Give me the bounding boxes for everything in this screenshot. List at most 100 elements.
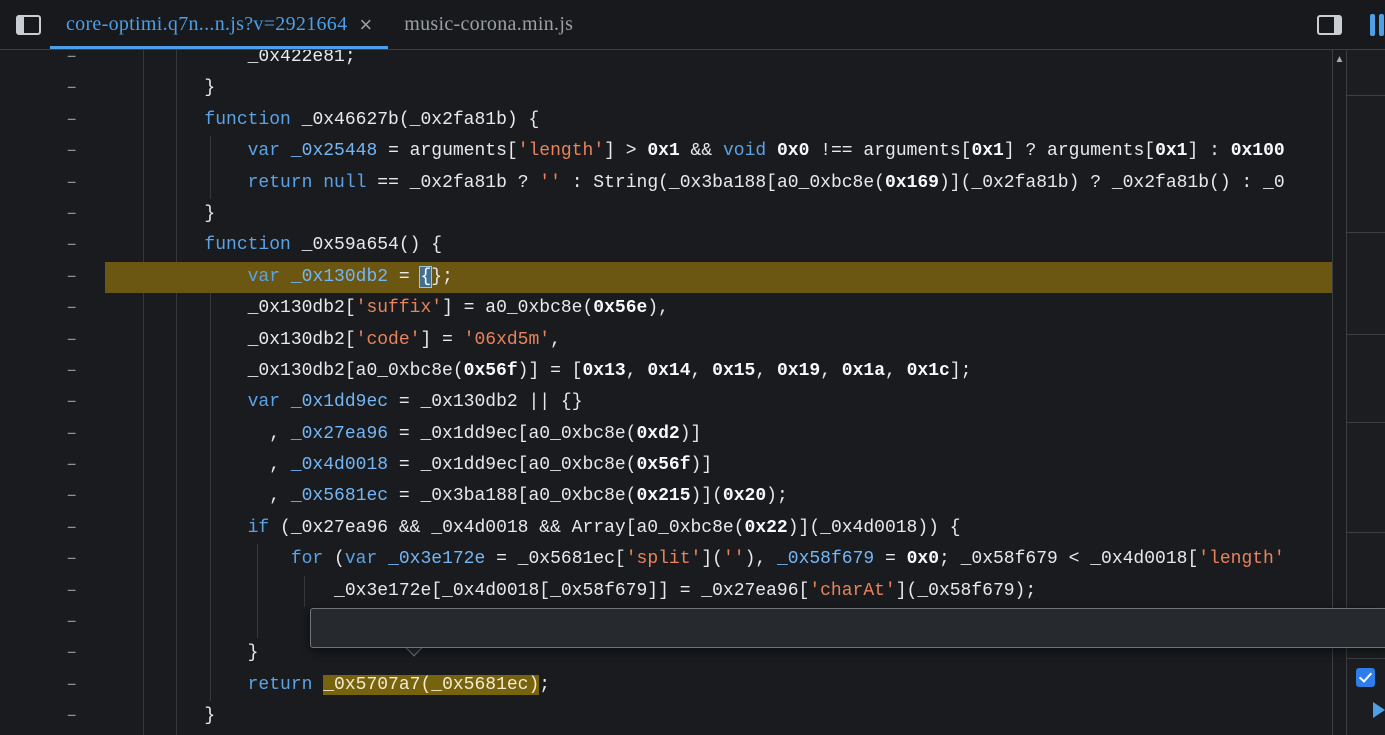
code-line[interactable]: – } <box>0 701 1332 732</box>
code-line[interactable]: – return _0x5707a7(_0x5681ec); <box>0 670 1332 701</box>
code-line[interactable]: – } <box>0 73 1332 104</box>
code-token: var <box>248 267 280 287</box>
code-token: return <box>248 675 313 695</box>
code-line[interactable]: – _0x422e81; <box>0 50 1332 73</box>
code-token: , <box>691 361 713 381</box>
line-gutter[interactable]: – <box>0 105 105 136</box>
code-token <box>118 267 248 287</box>
code-token: 0x100 <box>1231 141 1285 161</box>
line-gutter[interactable]: – <box>0 419 105 450</box>
code-line[interactable]: – _0x130db2['suffix'] = a0_0xbc8e(0x56e)… <box>0 293 1332 324</box>
code-line[interactable]: – , _0x5681ec = _0x3ba188[a0_0xbc8e(0x21… <box>0 481 1332 512</box>
line-gutter[interactable]: – <box>0 230 105 261</box>
code-token: 0x56f <box>637 455 691 475</box>
line-gutter[interactable]: – <box>0 136 105 167</box>
toggle-debugger-sidebar-button[interactable] <box>1317 15 1342 35</box>
code-token: 'code' <box>356 330 421 350</box>
code-line[interactable]: – , _0x4d0018 = _0x1dd9ec[a0_0xbc8e(0x56… <box>0 450 1332 481</box>
line-gutter[interactable]: – <box>0 670 105 701</box>
tab-music-corona[interactable]: music-corona.min.js <box>388 0 589 49</box>
code-token: } <box>118 78 215 98</box>
line-gutter[interactable]: – <box>0 387 105 418</box>
line-gutter[interactable]: – <box>0 701 105 732</box>
code-token: ] = <box>420 330 463 350</box>
code-line-text: } <box>105 199 1332 230</box>
tab-close-icon[interactable]: × <box>359 14 372 36</box>
code-token: ( <box>323 549 345 569</box>
code-token: = _0x1dd9ec[a0_0xbc8e( <box>388 455 636 475</box>
code-token: function <box>204 235 290 255</box>
editor-tab-bar: core-optimi.q7n...n.js?v=2921664 × music… <box>0 0 1385 50</box>
code-token: if <box>248 518 270 538</box>
code-token: , <box>820 361 842 381</box>
resume-script-icon[interactable] <box>1373 702 1385 718</box>
line-gutter[interactable]: – <box>0 513 105 544</box>
code-line[interactable]: – } <box>0 199 1332 230</box>
code-token: '' <box>723 549 745 569</box>
code-line[interactable]: – _0x130db2[a0_0xbc8e(0x56f)] = [0x13, 0… <box>0 356 1332 387</box>
line-gutter[interactable]: – <box>0 199 105 230</box>
tab-bar-right-controls <box>1317 0 1385 50</box>
code-line-text: , _0x27ea96 = _0x1dd9ec[a0_0xbc8e(0xd2)] <box>105 419 1332 450</box>
code-token <box>118 173 248 193</box>
line-gutter[interactable]: – <box>0 607 105 638</box>
line-gutter[interactable]: – <box>0 168 105 199</box>
code-token: : String(_0x3ba188[a0_0xbc8e( <box>561 173 885 193</box>
code-line[interactable]: – if (_0x27ea96 && _0x4d0018 && Array[a0… <box>0 513 1332 544</box>
code-token <box>118 110 204 130</box>
line-gutter[interactable]: – <box>0 576 105 607</box>
code-token: , <box>118 455 291 475</box>
code-token <box>312 173 323 193</box>
line-gutter[interactable]: – <box>0 262 105 293</box>
debugger-panel-icon <box>1317 15 1342 35</box>
code-line-highlighted[interactable]: – var _0x130db2 = {}; <box>0 262 1332 293</box>
code-token <box>280 267 291 287</box>
code-line-text: var _0x130db2 = {}; <box>105 262 1332 293</box>
code-token: function <box>204 110 290 130</box>
code-token: 0x1 <box>1155 141 1187 161</box>
pause-script-icon[interactable] <box>1370 14 1384 36</box>
line-gutter[interactable]: – <box>0 544 105 575</box>
code-token: )](_0x2fa81b) ? _0x2fa81b() : _0 <box>939 173 1285 193</box>
code-line-text: , _0x4d0018 = _0x1dd9ec[a0_0xbc8e(0x56f)… <box>105 450 1332 481</box>
code-line[interactable]: – , _0x27ea96 = _0x1dd9ec[a0_0xbc8e(0xd2… <box>0 419 1332 450</box>
code-token: ), <box>647 298 669 318</box>
code-token: , <box>755 361 777 381</box>
code-line[interactable]: – return null == _0x2fa81b ? '' : String… <box>0 168 1332 199</box>
code-line[interactable]: – _0x3e172e[_0x4d0018[_0x58f679]] = _0x2… <box>0 576 1332 607</box>
code-line[interactable]: – var _0x25448 = arguments['length'] > 0… <box>0 136 1332 167</box>
line-gutter[interactable]: – <box>0 325 105 356</box>
hovered-expression[interactable]: _0x5707a7(_0x5681ec) <box>323 675 539 695</box>
code-line[interactable]: – function _0x59a654() { <box>0 230 1332 261</box>
line-gutter[interactable]: – <box>0 450 105 481</box>
toggle-navigator-sidebar-button[interactable] <box>6 0 50 49</box>
code-token: (_0x27ea96 && _0x4d0018 && Array[a0_0xbc… <box>269 518 744 538</box>
code-token <box>280 392 291 412</box>
tab-core-optimi[interactable]: core-optimi.q7n...n.js?v=2921664 × <box>50 0 388 49</box>
code-token: !== arguments[ <box>809 141 971 161</box>
line-gutter[interactable]: – <box>0 481 105 512</box>
line-gutter[interactable]: – <box>0 73 105 104</box>
code-line[interactable]: – for (var _0x3e172e = _0x5681ec['split'… <box>0 544 1332 575</box>
line-gutter[interactable]: – <box>0 356 105 387</box>
breakpoint-checkbox[interactable] <box>1356 668 1375 687</box>
code-line[interactable]: – function _0x46627b(_0x2fa81b) { <box>0 105 1332 136</box>
line-gutter[interactable]: – <box>0 293 105 324</box>
code-token: && <box>680 141 723 161</box>
scrollbar-up-arrow-icon[interactable]: ▲ <box>1333 55 1346 65</box>
code-token: 0x1 <box>647 141 679 161</box>
code-token <box>118 675 248 695</box>
code-token: = <box>388 267 420 287</box>
tab-label: music-corona.min.js <box>404 13 573 36</box>
code-token: )]( <box>691 486 723 506</box>
line-gutter[interactable]: – <box>0 638 105 669</box>
code-line[interactable]: – _0x130db2['code'] = '06xd5m', <box>0 325 1332 356</box>
line-gutter[interactable]: – <box>0 50 105 73</box>
devtools-sources-panel: core-optimi.q7n...n.js?v=2921664 × music… <box>0 0 1385 735</box>
code-line[interactable]: – var _0x1dd9ec = _0x130db2 || {} <box>0 387 1332 418</box>
code-token: 0x1a <box>842 361 885 381</box>
sidebar-divider <box>1347 532 1385 533</box>
code-token: 0x56f <box>464 361 518 381</box>
code-line-text: var _0x1dd9ec = _0x130db2 || {} <box>105 387 1332 418</box>
navigator-panel-icon <box>16 15 41 35</box>
